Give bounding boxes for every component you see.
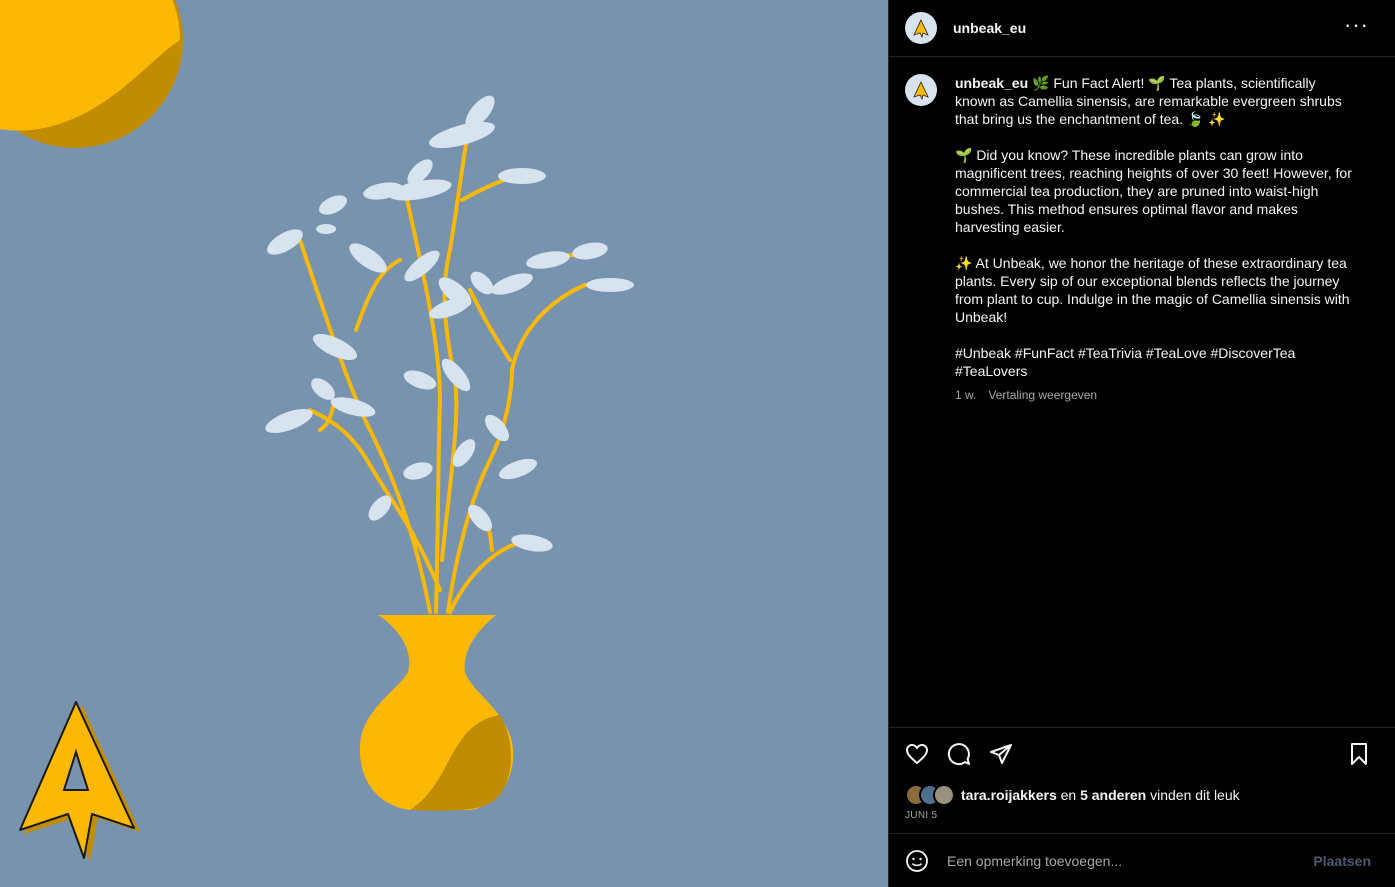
unbeak-logo-icon bbox=[913, 19, 929, 38]
emoji-icon[interactable] bbox=[905, 849, 929, 873]
translate-link[interactable]: Vertaling weergeven bbox=[988, 388, 1097, 402]
post-header: unbeak_eu ··· bbox=[889, 0, 1395, 57]
heart-icon[interactable] bbox=[905, 742, 929, 766]
caption-paragraph-1: unbeak_eu 🌿 Fun Fact Alert! 🌱 Tea plants… bbox=[955, 74, 1357, 128]
post-username[interactable]: unbeak_eu bbox=[953, 20, 1026, 36]
caption-paragraph-2: 🌱 Did you know? These incredible plants … bbox=[955, 147, 1352, 235]
likes-suffix: vinden dit leuk bbox=[1150, 787, 1240, 803]
liker-username[interactable]: tara.roijakkers bbox=[961, 787, 1057, 803]
share-icon[interactable] bbox=[989, 742, 1013, 766]
comment-input[interactable] bbox=[945, 851, 1289, 870]
caption-hashtags[interactable]: #Unbeak #FunFact #TeaTrivia #TeaLove #Di… bbox=[955, 344, 1357, 380]
comment-icon[interactable] bbox=[947, 742, 971, 766]
caption-paragraph-3: ✨ At Unbeak, we honor the heritage of th… bbox=[955, 255, 1350, 325]
liker-avatar[interactable] bbox=[933, 784, 955, 806]
caption-avatar[interactable] bbox=[905, 74, 937, 106]
post-image[interactable] bbox=[0, 0, 888, 887]
post-comment-button[interactable]: Plaatsen bbox=[1313, 853, 1371, 869]
bookmark-icon[interactable] bbox=[1347, 742, 1371, 766]
likes-en: en bbox=[1060, 787, 1077, 803]
post-time[interactable]: 1 w. bbox=[955, 388, 976, 402]
unbeak-logo-icon bbox=[913, 81, 929, 100]
tea-plant-illustration bbox=[0, 0, 634, 862]
likes-summary: tara.roijakkers en 5 anderen vinden dit … bbox=[905, 784, 1240, 806]
likes-others[interactable]: 5 anderen bbox=[1080, 787, 1146, 803]
post-date: JUNI 5 bbox=[905, 810, 938, 821]
action-bar: tara.roijakkers en 5 anderen vinden dit … bbox=[889, 727, 1395, 834]
post-side-panel: unbeak_eu ··· unbeak_eu 🌿 Fun Fact Alert… bbox=[888, 0, 1395, 887]
avatar[interactable] bbox=[905, 12, 937, 44]
caption-username[interactable]: unbeak_eu bbox=[955, 75, 1028, 91]
caption-meta: 1 w. Vertaling weergeven bbox=[955, 386, 1357, 404]
comment-bar: Plaatsen bbox=[889, 833, 1395, 887]
ellipsis-icon[interactable]: ··· bbox=[1344, 14, 1369, 36]
post-caption: unbeak_eu 🌿 Fun Fact Alert! 🌱 Tea plants… bbox=[905, 74, 1375, 404]
